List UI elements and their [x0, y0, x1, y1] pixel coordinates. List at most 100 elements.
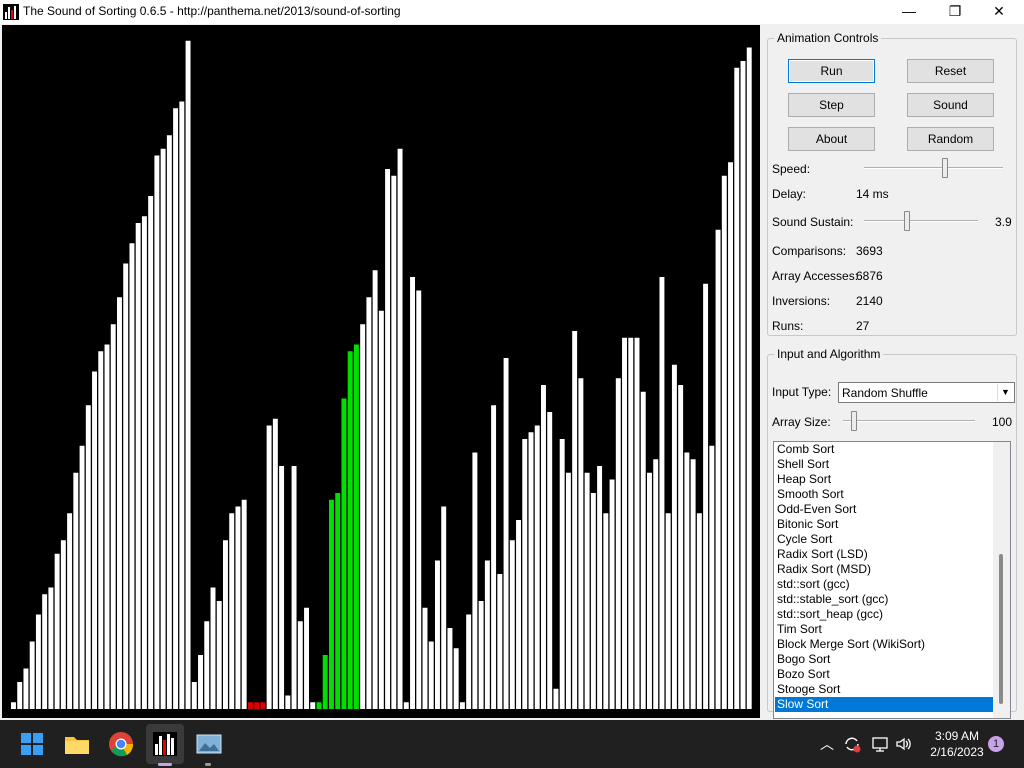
sound-sustain-value: 3.9	[995, 215, 1012, 229]
algorithm-list-item[interactable]: Cycle Sort	[775, 532, 994, 547]
array-bar	[260, 702, 266, 709]
array-bar	[310, 702, 316, 709]
array-bar	[609, 479, 615, 709]
array-accesses-value: 6876	[856, 269, 883, 283]
array-bar	[54, 553, 60, 709]
array-bar	[29, 641, 35, 709]
array-bar	[141, 216, 147, 709]
chrome-browser-icon[interactable]	[105, 728, 137, 760]
array-size-value: 100	[992, 415, 1013, 429]
chevron-up-icon[interactable]: ︿	[820, 734, 834, 754]
scrollbar-thumb[interactable]	[999, 554, 1003, 704]
array-bar	[491, 405, 497, 709]
algorithm-list-item[interactable]: Smooth Sort	[775, 487, 994, 502]
chevron-down-icon[interactable]: ▼	[997, 384, 1013, 401]
algorithm-list-item[interactable]: Stooge Sort	[775, 682, 994, 697]
maximize-button[interactable]: ❐	[932, 0, 978, 24]
algorithm-list-item[interactable]: Odd-Even Sort	[775, 502, 994, 517]
reset-button[interactable]: Reset	[907, 59, 994, 83]
array-bar	[466, 614, 472, 709]
clock-date: 2/16/2023	[930, 745, 984, 759]
animation-controls-title: Animation Controls	[777, 31, 879, 45]
title-bar[interactable]: The Sound of Sorting 0.6.5 - http://pant…	[0, 0, 1024, 24]
array-size-slider-thumb[interactable]	[850, 411, 857, 431]
algorithm-list-item[interactable]: Bozo Sort	[775, 667, 994, 682]
delay-value: 14 ms	[856, 187, 889, 201]
speed-slider-thumb[interactable]	[941, 158, 948, 178]
list-scrollbar[interactable]	[993, 442, 1010, 718]
array-bar	[179, 101, 185, 709]
start-windows-icon[interactable]	[16, 728, 48, 760]
algorithm-list[interactable]: Comb Sort Shell Sort Heap Sort Smooth Sort O…	[773, 441, 1011, 719]
array-bar	[279, 466, 285, 709]
algorithm-list-item[interactable]: Bitonic Sort	[775, 517, 994, 532]
array-bar	[117, 297, 122, 709]
speed-slider-track[interactable]	[864, 167, 1003, 169]
array-bar	[709, 445, 715, 709]
array-bar	[578, 378, 584, 709]
algorithm-list-item[interactable]: Slow Sort	[775, 697, 994, 712]
algorithm-list-item[interactable]: Block Merge Sort (WikiSort)	[775, 637, 994, 652]
array-size-slider-track[interactable]	[843, 420, 975, 422]
input-type-value: Random Shuffle	[842, 386, 928, 400]
algorithm-list-item[interactable]: Heap Sort	[775, 472, 994, 487]
app-icon	[3, 4, 19, 20]
close-button[interactable]: ✕	[976, 0, 1022, 24]
input-type-label: Input Type:	[772, 385, 832, 399]
array-bar	[372, 270, 378, 709]
algorithm-list-item[interactable]: Bogo Sort	[775, 652, 994, 667]
run-button[interactable]: Run	[788, 59, 875, 83]
array-bar	[67, 513, 73, 709]
array-bar	[665, 513, 671, 709]
array-bar	[85, 405, 91, 709]
array-bar	[565, 472, 571, 709]
notification-badge[interactable]: 1	[988, 736, 1004, 752]
array-bar	[322, 655, 328, 709]
algorithm-list-item[interactable]: Tim Sort	[775, 622, 994, 637]
array-bar	[615, 378, 621, 709]
array-bar	[690, 459, 696, 709]
array-bar	[597, 466, 603, 709]
taskbar: ︿ 3:09 AM 2/16/2023 1	[0, 720, 1024, 768]
array-bar	[360, 324, 366, 709]
bars-canvas	[11, 40, 752, 709]
photos-app-icon[interactable]	[193, 728, 225, 760]
algorithm-list-item[interactable]: Comb Sort	[775, 442, 994, 457]
system-clock[interactable]: 3:09 AM 2/16/2023	[920, 728, 994, 760]
sustain-slider-thumb[interactable]	[904, 211, 911, 231]
sync-icon[interactable]	[843, 735, 861, 753]
array-bar	[241, 499, 247, 709]
volume-icon[interactable]	[895, 735, 913, 753]
algorithm-list-item[interactable]: Shell Sort	[775, 457, 994, 472]
algorithm-list-item[interactable]: Radix Sort (MSD)	[775, 562, 994, 577]
algorithm-list-item[interactable]: std::sort (gcc)	[775, 577, 994, 592]
runs-value: 27	[856, 319, 870, 333]
file-explorer-icon[interactable]	[61, 728, 93, 760]
sound-of-sorting-taskbar-icon[interactable]	[149, 728, 181, 760]
input-type-select[interactable]: Random Shuffle ▼	[838, 382, 1015, 403]
array-bar	[403, 702, 409, 709]
sound-button[interactable]: Sound	[907, 93, 994, 117]
about-button[interactable]: About	[788, 127, 875, 151]
sort-visualization	[2, 25, 760, 718]
array-bar	[410, 277, 415, 709]
step-button[interactable]: Step	[788, 93, 875, 117]
array-bar	[397, 148, 403, 709]
random-button[interactable]: Random	[907, 127, 994, 151]
algorithm-list-item[interactable]: Radix Sort (LSD)	[775, 547, 994, 562]
array-bar	[223, 540, 228, 709]
array-bar	[590, 493, 596, 709]
array-bar	[304, 607, 309, 709]
array-bar	[353, 344, 359, 709]
array-bar	[441, 506, 447, 709]
sustain-slider-track[interactable]	[864, 220, 978, 222]
array-bar	[746, 47, 752, 709]
algorithm-list-item[interactable]: std::sort_heap (gcc)	[775, 607, 994, 622]
minimize-button[interactable]: —	[886, 0, 932, 24]
array-bar	[453, 648, 459, 709]
array-bar	[173, 108, 179, 709]
algorithm-list-item[interactable]: std::stable_sort (gcc)	[775, 592, 994, 607]
network-icon[interactable]	[871, 735, 889, 753]
array-bar	[428, 641, 434, 709]
comparisons-label: Comparisons:	[772, 244, 847, 258]
